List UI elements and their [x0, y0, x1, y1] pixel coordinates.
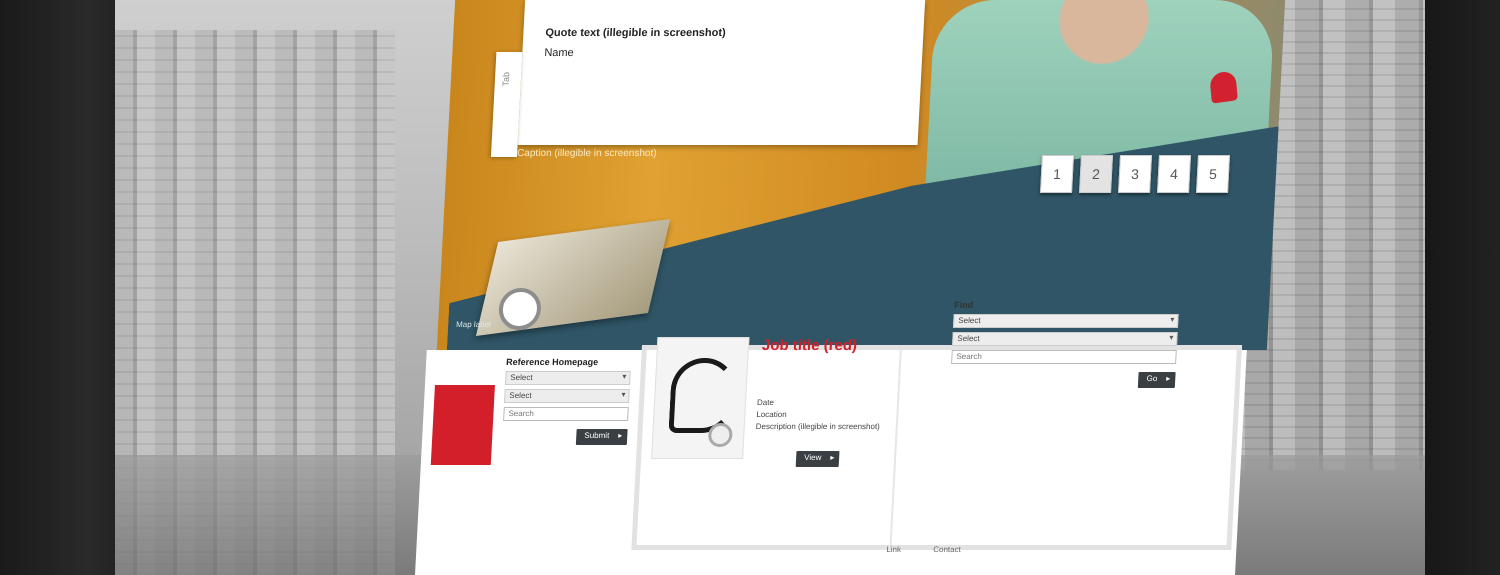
reference-select-1[interactable]: Select	[504, 371, 631, 385]
job-meta: Date Location Description (illegible in …	[755, 397, 892, 433]
hero-caption: Caption (illegible in screenshot)	[516, 148, 657, 159]
hero-side-tab-label: Tab	[500, 72, 512, 87]
hero-banner: Quote text (illegible in screenshot) Nam…	[436, 0, 1286, 350]
slide-pagination: 1 2 3 4 5	[1040, 155, 1231, 193]
find-search-input[interactable]: Search	[951, 350, 1177, 364]
reference-submit-button[interactable]: Submit	[575, 429, 628, 445]
job-title[interactable]: Job title (red)	[762, 337, 903, 354]
reference-form: Reference Homepage Select Select Search …	[502, 357, 632, 445]
job-date: Date	[756, 398, 775, 407]
reference-search-input[interactable]: Search	[503, 407, 629, 421]
job-view-button[interactable]: View	[795, 451, 840, 467]
footer-link-1[interactable]: Link	[886, 545, 901, 554]
find-select-2[interactable]: Select	[952, 332, 1178, 346]
slide-button-4[interactable]: 4	[1157, 155, 1192, 193]
featured-job-card: Job title (red) Date Location Descriptio…	[644, 327, 898, 492]
job-description: Description (illegible in screenshot)	[755, 422, 881, 431]
slide-button-3[interactable]: 3	[1118, 155, 1153, 193]
reference-title: Reference Homepage	[505, 357, 599, 367]
reference-select-2[interactable]: Select	[504, 389, 630, 403]
footer-link-2[interactable]: Contact	[933, 545, 961, 554]
slide-button-5[interactable]: 5	[1196, 155, 1231, 193]
find-title: Find	[953, 300, 974, 310]
stethoscope-icon	[668, 358, 738, 433]
hero-quote-name: Name	[544, 47, 575, 59]
stethoscope-head-icon	[707, 423, 733, 447]
map-label[interactable]: Map label	[456, 320, 491, 330]
slide-button-1[interactable]: 1	[1040, 155, 1075, 193]
website-page: Quote text (illegible in screenshot) Nam…	[415, 0, 1286, 575]
hero-side-tab[interactable]: Tab	[490, 52, 523, 157]
hero-quote-box: Quote text (illegible in screenshot) Nam…	[517, 0, 926, 145]
job-image	[651, 337, 750, 459]
slide-button-2[interactable]: 2	[1079, 155, 1114, 193]
find-form: Find Select Select Search Go	[950, 300, 1180, 388]
find-go-button[interactable]: Go	[1138, 372, 1176, 388]
hero-quote-text: Quote text (illegible in screenshot)	[545, 27, 727, 39]
job-location: Location	[756, 410, 787, 419]
footer-links: Link Contact	[886, 545, 1216, 554]
browser-screen: Quote text (illegible in screenshot) Nam…	[115, 0, 1425, 575]
find-select-1[interactable]: Select	[952, 314, 1179, 328]
heart-pin-icon	[1209, 70, 1238, 104]
site-logo[interactable]	[430, 385, 495, 465]
